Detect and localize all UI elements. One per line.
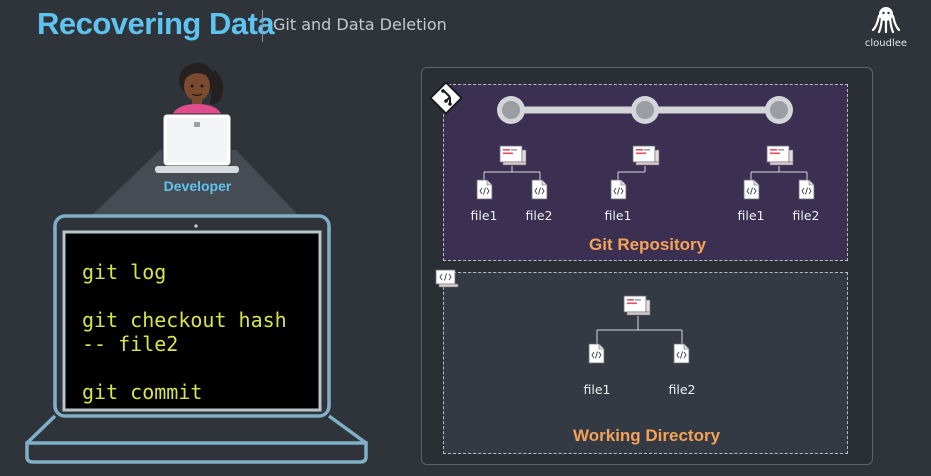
file-icon [673,343,690,364]
commit-timeline [497,96,793,124]
diagram-graphics [429,81,815,364]
file-icon [798,179,815,200]
file-label: file2 [792,208,820,223]
file-label: file2 [668,382,696,397]
commit-snapshot-icon [750,145,808,180]
file-label: file2 [525,208,553,223]
code-file-icon [435,269,459,288]
file-label: file1 [583,382,611,397]
file-label: file1 [604,208,632,223]
git-icon [429,81,463,115]
working-snapshot-icon [596,295,683,344]
file-icon [531,179,548,200]
file-label: file1 [737,208,765,223]
working-directory-label: Working Directory [573,426,721,445]
commit-snapshot-icon [483,145,541,180]
git-repository-label: Git Repository [589,235,707,254]
file-icon [588,343,605,364]
file-label: file1 [470,208,498,223]
file-icon [743,179,760,200]
commit-snapshot-icon [617,145,660,180]
file-icon [476,179,493,200]
file-icon [610,179,627,200]
